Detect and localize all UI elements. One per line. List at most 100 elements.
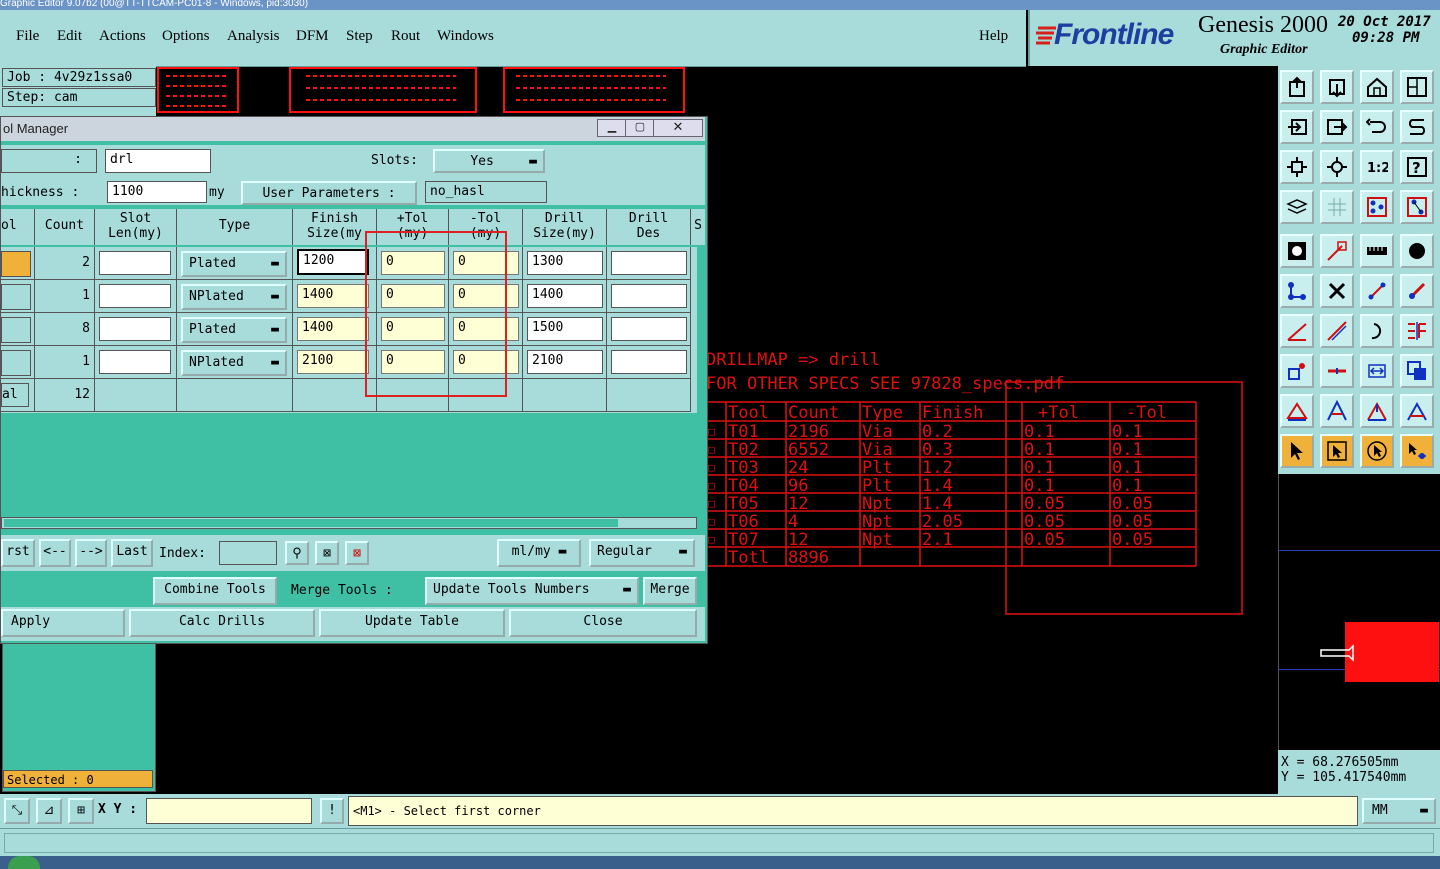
scrollbar-thumb[interactable] xyxy=(4,519,618,527)
finish-input[interactable]: 2100 xyxy=(297,350,369,374)
type-dropdown[interactable]: NPlated ▬ xyxy=(181,284,287,310)
tool-segment-button[interactable] xyxy=(1360,274,1394,308)
next-button[interactable]: --> xyxy=(75,539,107,567)
tool-number-button[interactable] xyxy=(1,284,31,310)
tool-layers-button[interactable] xyxy=(1280,190,1314,224)
tool-undo-button[interactable] xyxy=(1360,110,1394,144)
zoom-area-button[interactable]: ⤡ xyxy=(4,798,30,824)
tool-number-button[interactable] xyxy=(1,350,31,376)
tool-pad-button[interactable] xyxy=(1280,234,1314,268)
tool-pan-button[interactable] xyxy=(1320,150,1354,184)
tool-circle-button[interactable] xyxy=(1400,234,1434,268)
menu-help[interactable]: Help xyxy=(979,28,1008,45)
grid-toggle-button[interactable]: ⊞ xyxy=(68,798,94,824)
drill-input[interactable]: 1500 xyxy=(527,317,603,341)
tool-export-button[interactable] xyxy=(1320,110,1354,144)
units-dropdown[interactable]: ml/my ▬ xyxy=(497,539,581,567)
user-params-field[interactable]: no_hasl xyxy=(425,181,547,203)
update-tools-numbers-dropdown[interactable]: Update Tools Numbers ▬ xyxy=(425,577,639,605)
tool-home-button[interactable] xyxy=(1360,70,1394,104)
tool-redraw-button[interactable] xyxy=(1400,110,1434,144)
menu-analysis[interactable]: Analysis xyxy=(227,28,280,45)
table-row[interactable] xyxy=(1,280,35,313)
merge-button[interactable]: Merge xyxy=(643,577,697,605)
tool-import-button[interactable] xyxy=(1280,110,1314,144)
menu-dfm[interactable]: DFM xyxy=(296,28,329,45)
tool-select-net-button[interactable] xyxy=(1400,434,1434,468)
type-dropdown[interactable]: Plated ▬ xyxy=(181,317,287,343)
units-mm-dropdown[interactable]: MM ▬ xyxy=(1362,798,1436,824)
tool-arch2-button[interactable] xyxy=(1400,394,1434,428)
horizontal-scrollbar[interactable] xyxy=(1,517,697,529)
tool-pad-add-button[interactable] xyxy=(1280,354,1314,388)
menu-file[interactable]: File xyxy=(16,28,39,45)
close-button[interactable]: Close xyxy=(509,609,697,637)
combine-tools-button[interactable]: Combine Tools xyxy=(153,577,277,605)
thickness-field[interactable]: 1100 xyxy=(107,181,207,203)
start-button[interactable] xyxy=(8,856,40,869)
tool-resize-button[interactable] xyxy=(1360,354,1394,388)
type-dropdown[interactable]: Plated ▬ xyxy=(181,251,287,277)
tool-select-button[interactable] xyxy=(1280,434,1314,468)
zoom-tool-button[interactable]: ⊠ xyxy=(315,541,339,565)
overview-map[interactable] xyxy=(1278,474,1440,750)
drill-input[interactable]: 2100 xyxy=(527,350,603,374)
tool-diag-button[interactable] xyxy=(1320,314,1354,348)
update-table-button[interactable]: Update Table xyxy=(319,609,505,637)
tool-number-button[interactable] xyxy=(1,317,31,343)
info-button[interactable]: ! xyxy=(320,798,344,824)
tool-line-red-button[interactable] xyxy=(1320,234,1354,268)
drill-input[interactable]: 1400 xyxy=(527,284,603,308)
slot-len-input[interactable] xyxy=(99,251,171,275)
tool-mirror-button[interactable] xyxy=(1400,314,1434,348)
tool-window-button[interactable] xyxy=(1400,70,1434,104)
tool-arch-button[interactable] xyxy=(1360,394,1394,428)
table-row[interactable] xyxy=(1,247,35,280)
slot-len-input[interactable] xyxy=(99,317,171,341)
drill-des-input[interactable] xyxy=(611,317,687,341)
measure-button[interactable]: ⊿ xyxy=(36,798,62,824)
tool-save-button[interactable] xyxy=(1320,70,1354,104)
prev-button[interactable]: <-- xyxy=(39,539,71,567)
menu-windows[interactable]: Windows xyxy=(437,28,494,45)
tool-copy-button[interactable] xyxy=(1400,354,1434,388)
tool-angle-button[interactable] xyxy=(1280,314,1314,348)
menu-options[interactable]: Options xyxy=(162,28,210,45)
tool-ruler-button[interactable] xyxy=(1360,234,1394,268)
type-dropdown[interactable]: NPlated ▬ xyxy=(181,350,287,376)
tool-triangle-button[interactable] xyxy=(1280,394,1314,428)
finish-input[interactable]: 1400 xyxy=(297,284,369,308)
slots-dropdown[interactable]: Yes ▬ xyxy=(433,149,545,173)
tool-grid-button[interactable] xyxy=(1320,190,1354,224)
slot-len-input[interactable] xyxy=(99,350,171,374)
tool-select-circle-button[interactable] xyxy=(1360,434,1394,468)
tool-select-box-button[interactable] xyxy=(1320,434,1354,468)
menu-actions[interactable]: Actions xyxy=(99,28,146,45)
menu-edit[interactable]: Edit xyxy=(57,28,82,45)
calc-drills-button[interactable]: Calc Drills xyxy=(129,609,315,637)
tool-cross-button[interactable] xyxy=(1320,274,1354,308)
menu-rout[interactable]: Rout xyxy=(391,28,420,45)
finish-input[interactable]: 1200 xyxy=(297,249,369,275)
tool-hline-button[interactable] xyxy=(1320,354,1354,388)
drill-des-input[interactable] xyxy=(611,251,687,275)
user-parameters-button[interactable]: User Parameters : xyxy=(241,181,417,205)
delete-tool-button[interactable]: ⊠ xyxy=(345,541,369,565)
close-window-button[interactable]: ✕ xyxy=(653,119,703,137)
menu-step[interactable]: Step xyxy=(346,28,373,45)
search-tool-button[interactable]: ⚲ xyxy=(285,541,309,565)
table-row[interactable] xyxy=(1,346,35,379)
drill-des-input[interactable] xyxy=(611,350,687,374)
layer-name-field[interactable]: drl xyxy=(105,149,211,173)
tool-number-button[interactable] xyxy=(1,251,31,277)
tool-net-button[interactable] xyxy=(1400,190,1434,224)
mode-dropdown[interactable]: Regular ▬ xyxy=(589,539,695,567)
xy-input[interactable] xyxy=(146,798,312,824)
tool-help-button[interactable]: ? xyxy=(1400,150,1434,184)
finish-input[interactable]: 1400 xyxy=(297,317,369,341)
maximize-button[interactable]: ▢ xyxy=(625,119,655,137)
tool-segment2-button[interactable] xyxy=(1400,274,1434,308)
slot-len-input[interactable] xyxy=(99,284,171,308)
tool-scale-button[interactable]: 1:2 xyxy=(1360,150,1394,184)
tool-snap-button[interactable] xyxy=(1360,190,1394,224)
